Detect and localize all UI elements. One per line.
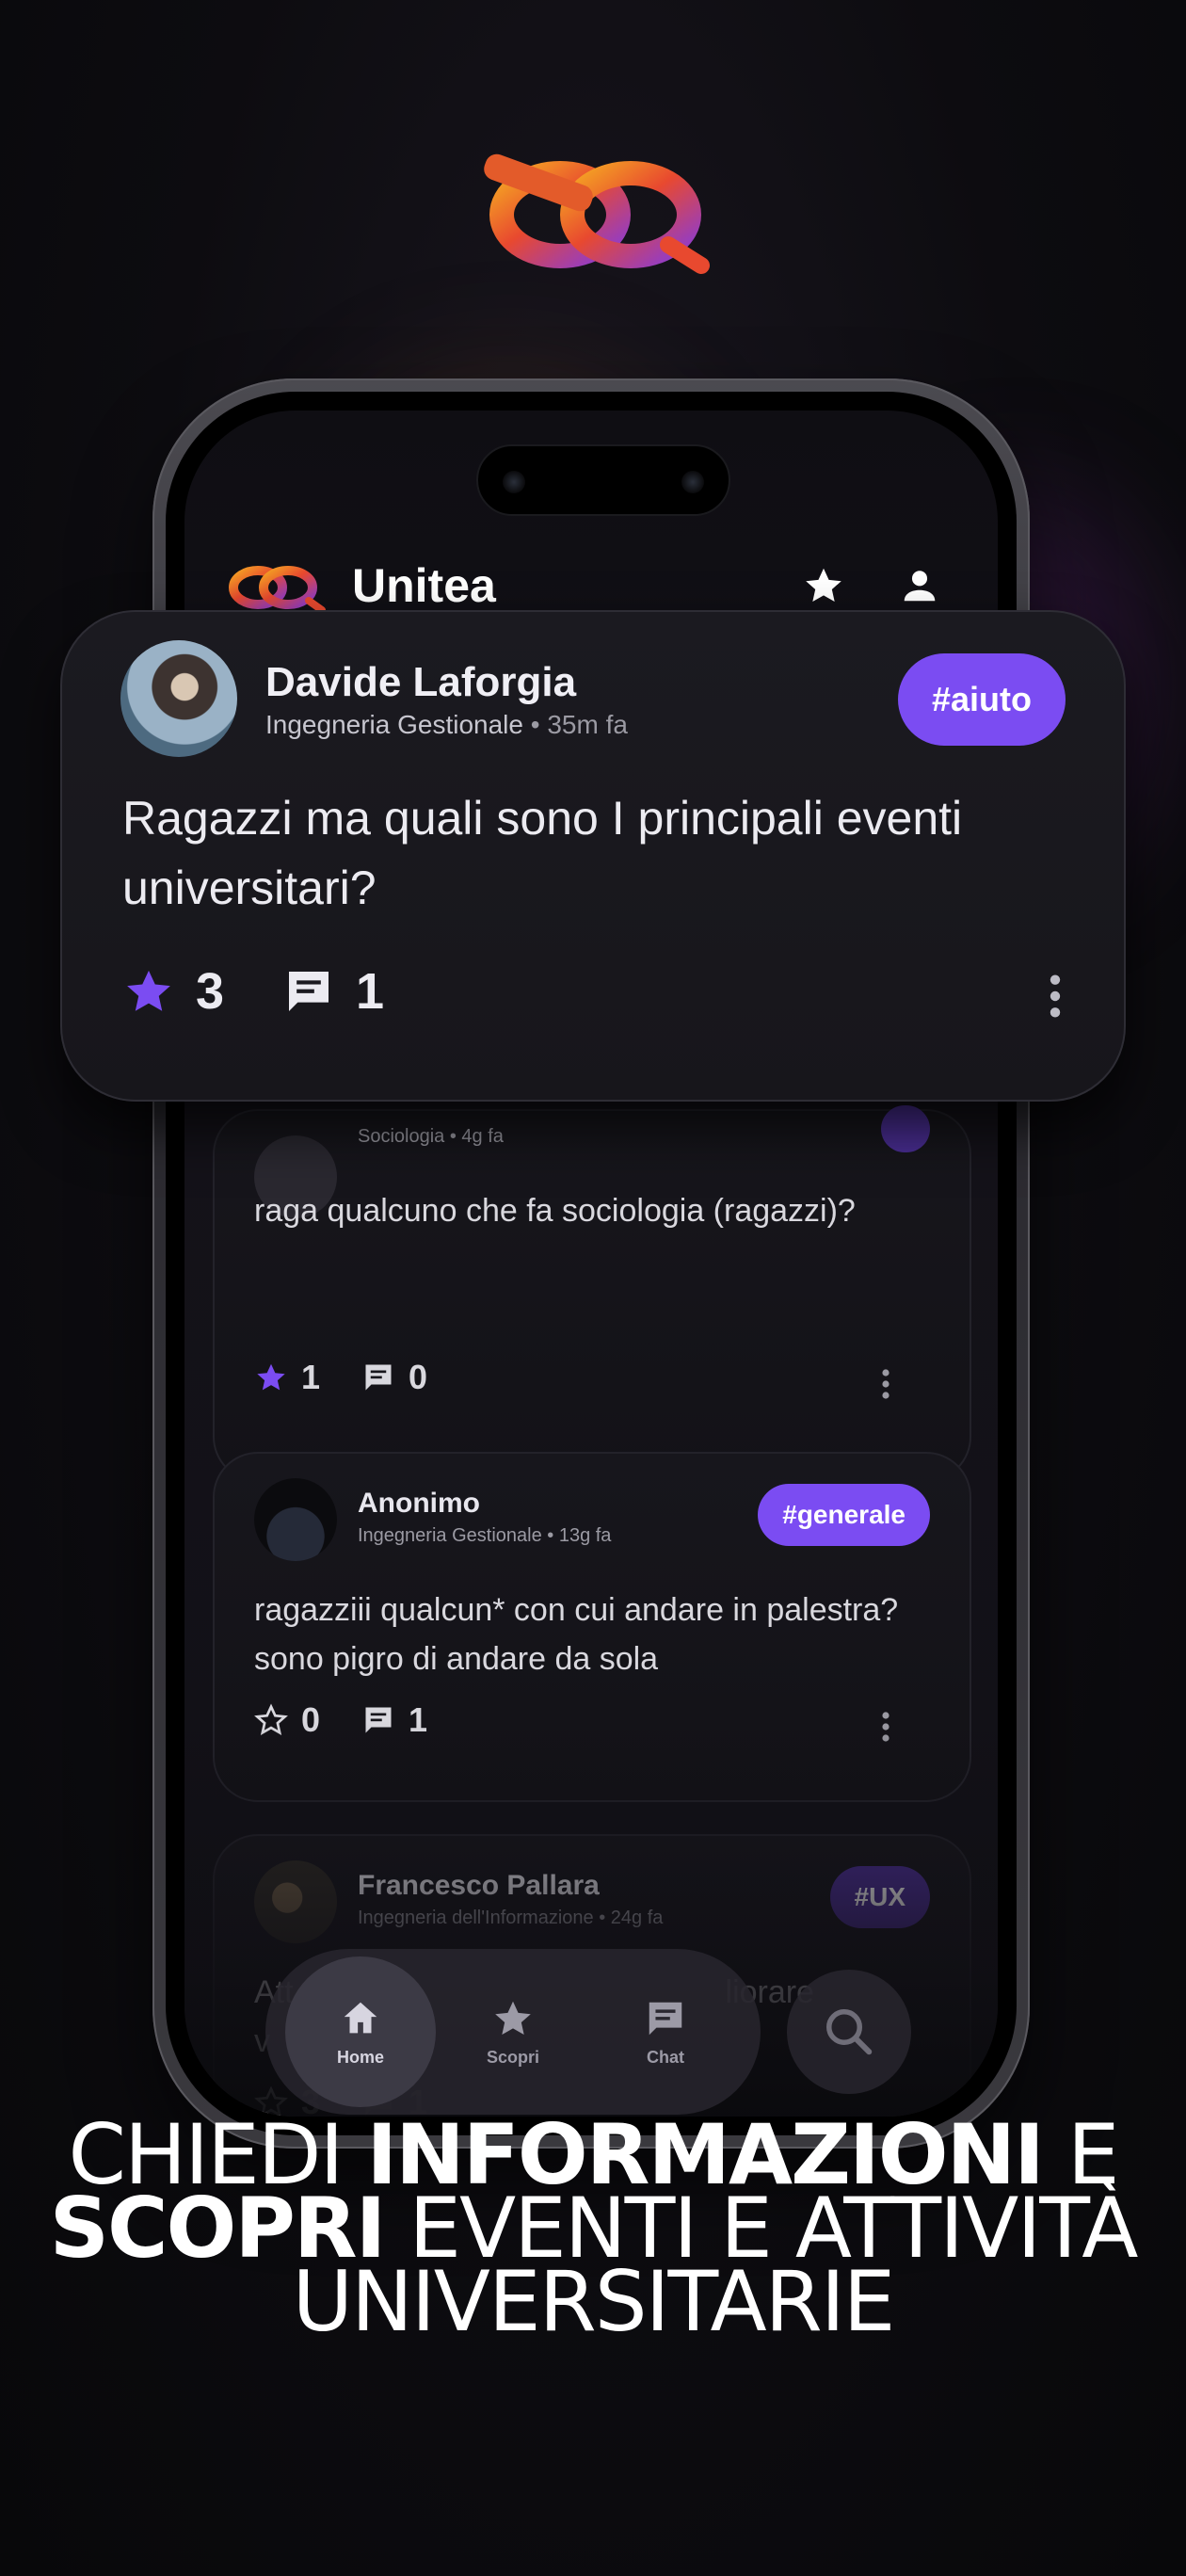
promo-headline: CHIEDI INFORMAZIONI E SCOPRI EVENTI E AT… [49, 2106, 1139, 2350]
post-author: Anonimo [358, 1488, 480, 1519]
post-text: ragazziii qualcun* con cui andare in pal… [254, 1592, 899, 1677]
search-button[interactable] [787, 1970, 911, 2094]
nav-label: Chat [647, 2047, 684, 2067]
post-card[interactable]: Sociologia • 4g fa raga qualcuno che fa … [213, 1105, 971, 1482]
like-count: 1 [301, 1358, 321, 1396]
nav-label: Scopri [486, 2047, 539, 2067]
dynamic-island [476, 444, 730, 516]
nav-label: Home [336, 2047, 384, 2067]
post-tag[interactable]: #UX [829, 1866, 930, 1928]
like-button[interactable]: 0 [254, 1700, 320, 1740]
post-text: raga qualcuno che fa sociologia (ragazzi… [254, 1193, 856, 1229]
comment-button[interactable]: 1 [361, 1700, 427, 1740]
chat-icon [649, 2002, 682, 2035]
post-actions: 1 0 [254, 1358, 452, 1397]
post-tag[interactable] [881, 1105, 930, 1152]
comment-count: 1 [409, 1700, 428, 1739]
comment-button[interactable]: 1 [282, 962, 384, 1021]
avatar [254, 1860, 337, 1943]
comment-count: 0 [409, 1358, 428, 1396]
comment-count: 1 [356, 963, 385, 1020]
camera-right [681, 471, 704, 493]
post-actions: 0 1 [254, 1700, 452, 1740]
like-count: 0 [301, 1700, 321, 1739]
like-button[interactable]: 1 [254, 1358, 320, 1397]
home-icon [344, 2002, 377, 2033]
more-options-icon[interactable] [881, 1710, 890, 1744]
avatar [254, 1478, 337, 1561]
star-outline-icon [254, 1703, 288, 1736]
post-tag[interactable]: #generale [758, 1484, 930, 1546]
bottom-navigation: Home Scopri Chat [265, 1949, 761, 2115]
avatar [120, 640, 237, 757]
like-count: 3 [196, 963, 225, 1020]
star-icon [495, 2001, 531, 2035]
comment-icon [289, 972, 329, 1011]
nav-item-chat[interactable]: Chat [590, 1956, 741, 2107]
more-options-icon[interactable] [881, 1367, 890, 1401]
post-meta: Sociologia • 4g fa [358, 1126, 504, 1147]
post-tag[interactable]: #aiuto [897, 653, 1066, 746]
nav-item-scopri[interactable]: Scopri [438, 1956, 588, 2107]
post-text: Ragazzi ma quali sono I principali event… [122, 792, 963, 914]
search-icon [826, 2009, 873, 2055]
like-button[interactable]: 3 [122, 962, 224, 1021]
camera-left [503, 471, 525, 493]
app-logo [229, 566, 326, 614]
post-meta: Ingegneria Gestionale • 13g fa [358, 1525, 612, 1546]
post-actions: 3 1 [122, 962, 442, 1021]
nav-item-home[interactable]: Home [285, 1956, 436, 2107]
featured-post-card[interactable]: Davide Laforgia Ingegneria Gestionale • … [60, 610, 1126, 1102]
star-filled-icon [257, 1363, 285, 1391]
post-meta: Ingegneria Gestionale • 35m fa [265, 710, 628, 739]
star-icon[interactable] [802, 564, 845, 607]
comment-button[interactable]: 0 [361, 1358, 427, 1397]
post-author: Davide Laforgia [265, 659, 577, 705]
more-options-icon[interactable] [1049, 972, 1062, 1021]
app-title: Unitea [352, 559, 496, 612]
unitea-logo [484, 153, 710, 274]
post-card[interactable]: Anonimo Ingegneria Gestionale • 13g fa #… [213, 1452, 971, 1802]
post-author: Francesco Pallara [358, 1870, 600, 1901]
star-filled-icon [127, 970, 170, 1011]
post-meta: Ingegneria dell'Informazione • 24g fa [358, 1908, 664, 1928]
comment-icon [365, 1364, 392, 1391]
comment-icon [365, 1707, 392, 1733]
person-icon[interactable] [898, 564, 941, 607]
